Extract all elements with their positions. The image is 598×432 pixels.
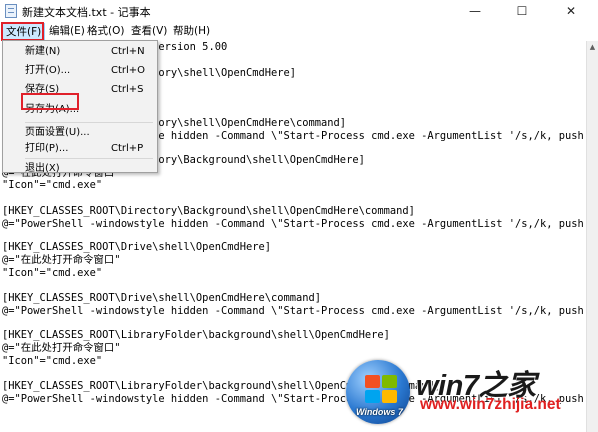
menu-item-shortcut: Ctrl+N — [111, 46, 145, 57]
scroll-up-arrow-icon[interactable]: ▲ — [587, 41, 598, 53]
menu-item-shortcut: Ctrl+P — [111, 143, 144, 154]
close-button[interactable]: ✕ — [554, 0, 588, 22]
menu-item-label: 另存为(A)... — [25, 104, 80, 115]
menu-format[interactable]: 格式(O) — [84, 23, 127, 40]
text-line: "Icon"="cmd.exe" — [2, 267, 103, 279]
menu-file[interactable]: 文件(F) — [2, 23, 46, 40]
menu-item-save[interactable]: 保存(S) Ctrl+S — [3, 80, 157, 100]
menu-item-shortcut: Ctrl+S — [111, 84, 144, 95]
title-bar[interactable]: 新建文本文档.txt - 记事本 — ☐ ✕ — [0, 0, 598, 23]
menu-item-label: 打印(P)... — [25, 143, 69, 154]
menu-edit[interactable]: 编辑(E) — [46, 23, 88, 40]
text-line: [HKEY_CLASSES_ROOT\Drive\shell\OpenCmdHe… — [2, 292, 322, 304]
menu-item-shortcut: Ctrl+O — [111, 65, 146, 76]
menu-item-new[interactable]: 新建(N) Ctrl+N — [3, 42, 157, 62]
text-line: @="在此处打开命令窗口" — [2, 342, 121, 354]
menu-item-label: 退出(X) — [25, 163, 60, 174]
menu-item-label: 新建(N) — [25, 46, 61, 57]
text-line: [HKEY_CLASSES_ROOT\Drive\shell\OpenCmdHe… — [2, 241, 271, 253]
windows-flag-icon — [365, 375, 399, 405]
file-menu-dropdown: 新建(N) Ctrl+N 打开(O)... Ctrl+O 保存(S) Ctrl+… — [2, 40, 158, 174]
menu-item-label: 打开(O)... — [25, 65, 71, 76]
text-line: @="PowerShell -windowstyle hidden -Comma… — [2, 218, 584, 230]
menu-item-exit[interactable]: 退出(X) — [3, 159, 157, 179]
windows7-logo: Windows 7 — [346, 360, 410, 424]
text-line: @="在此处打开命令窗口" — [2, 254, 121, 266]
menu-item-print[interactable]: 打印(P)... Ctrl+P — [3, 139, 157, 159]
window-title: 新建文本文档.txt - 记事本 — [22, 6, 151, 19]
watermark-badge: Windows 7 — [356, 407, 403, 417]
menu-item-label: 保存(S) — [25, 84, 60, 95]
text-line: [HKEY_CLASSES_ROOT\Directory\Background\… — [2, 205, 415, 217]
menu-bar: 文件(F) 编辑(E) 格式(O) 查看(V) 帮助(H) — [0, 22, 598, 42]
menu-view[interactable]: 查看(V) — [128, 23, 170, 40]
win7-watermark: Windows 7 win7之家 www.win7zhijia.net — [342, 356, 598, 432]
text-line: "Icon"="cmd.exe" — [2, 355, 103, 367]
menu-item-save-as[interactable]: 另存为(A)... — [3, 100, 157, 120]
text-line: "Icon"="cmd.exe" — [2, 179, 103, 191]
menu-help[interactable]: 帮助(H) — [170, 23, 213, 40]
minimize-button[interactable]: — — [458, 0, 492, 22]
notepad-icon — [5, 4, 17, 18]
text-line: [HKEY_CLASSES_ROOT\LibraryFolder\backgro… — [2, 329, 390, 341]
maximize-button[interactable]: ☐ — [505, 0, 539, 22]
menu-item-open[interactable]: 打开(O)... Ctrl+O — [3, 61, 157, 81]
watermark-url: www.win7zhijia.net — [420, 396, 561, 413]
text-line: @="PowerShell -windowstyle hidden -Comma… — [2, 305, 584, 317]
